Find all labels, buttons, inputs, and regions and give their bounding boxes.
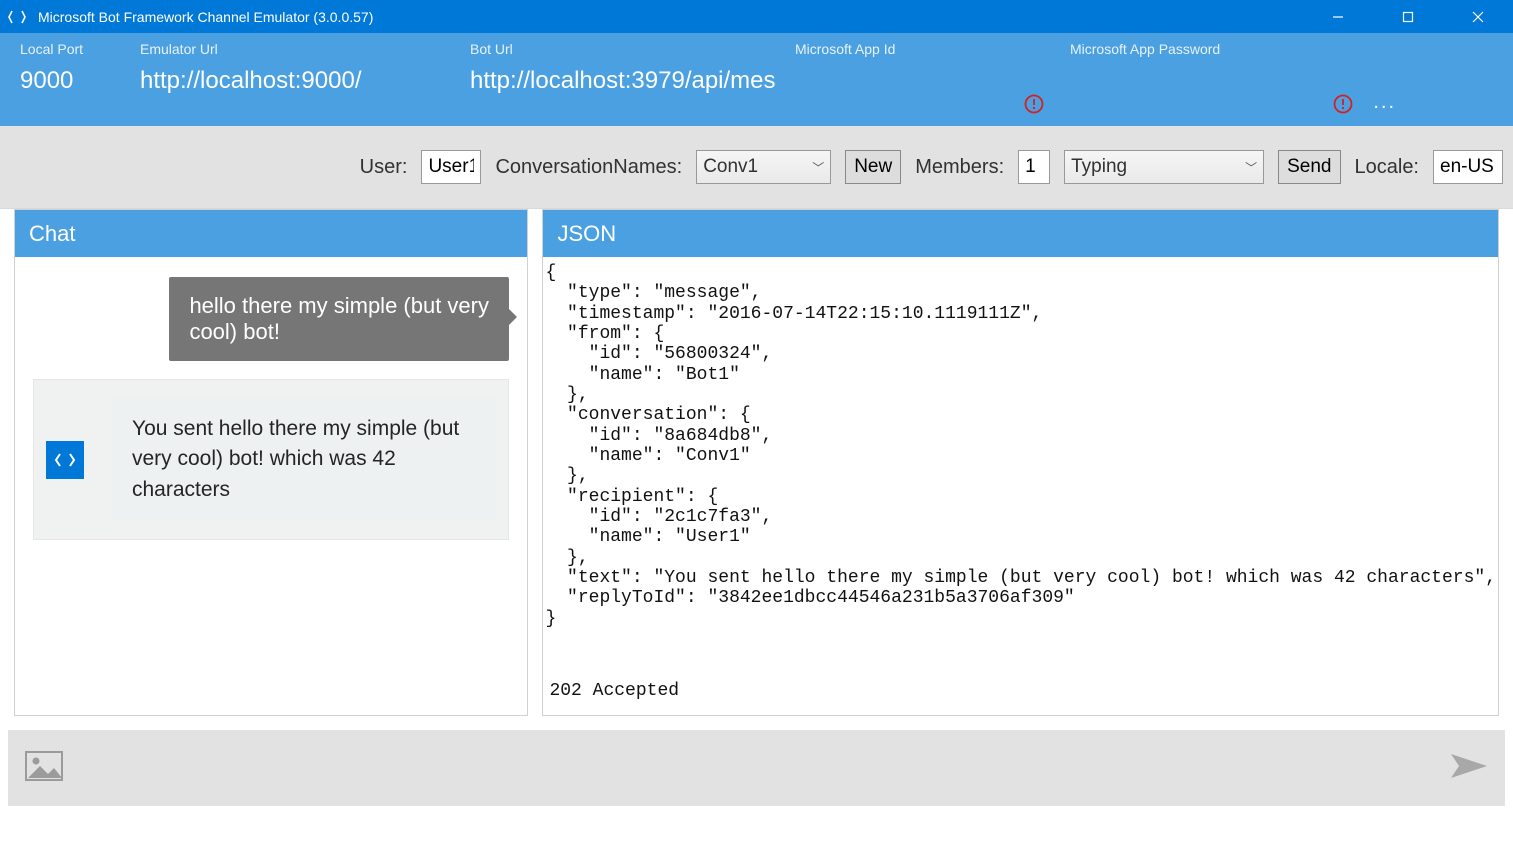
send-button[interactable]: Send: [1278, 150, 1340, 184]
local-port-field: Local Port 9000: [0, 41, 120, 126]
window-controls: [1303, 0, 1513, 33]
local-port-value: 9000: [0, 67, 120, 95]
emulator-url-field: Emulator Url http://localhost:9000/: [120, 41, 450, 126]
emulator-url-value: http://localhost:9000/: [120, 67, 450, 95]
new-button[interactable]: New: [845, 150, 901, 184]
bot-url-field[interactable]: Bot Url: [450, 41, 775, 126]
app-password-label: Microsoft App Password: [1050, 41, 1410, 57]
json-panel: JSON { "type": "message", "timestamp": "…: [542, 209, 1499, 716]
composer-bar: [8, 730, 1505, 806]
conversation-select[interactable]: Conv1 ﹀: [696, 150, 831, 184]
user-label: User:: [360, 156, 408, 179]
json-panel-title: JSON: [543, 210, 1498, 257]
locale-label: Locale:: [1355, 156, 1420, 179]
toolbar: User: ConversationNames: Conv1 ﹀ New Mem…: [0, 126, 1513, 209]
user-input[interactable]: [421, 150, 481, 184]
app-password-field[interactable]: Microsoft App Password ...: [1050, 41, 1410, 126]
app-id-field[interactable]: Microsoft App Id: [775, 41, 1050, 126]
config-bar: Local Port 9000 Emulator Url http://loca…: [0, 33, 1513, 126]
minimize-button[interactable]: [1303, 0, 1373, 33]
alert-icon: [1333, 94, 1353, 114]
incoming-message-row[interactable]: You sent hello there my simple (but very…: [33, 379, 509, 540]
titlebar: Microsoft Bot Framework Channel Emulator…: [0, 0, 1513, 33]
chat-body: hello there my simple (but very cool) bo…: [15, 257, 527, 715]
main-area: Chat hello there my simple (but very coo…: [0, 209, 1513, 730]
bot-url-label: Bot Url: [450, 41, 775, 57]
chat-panel-title: Chat: [15, 210, 527, 257]
json-content[interactable]: { "type": "message", "timestamp": "2016-…: [543, 257, 1498, 635]
local-port-label: Local Port: [0, 41, 120, 57]
send-icon[interactable]: [1449, 750, 1489, 787]
app-id-input[interactable]: [775, 67, 1050, 95]
emulator-url-label: Emulator Url: [120, 41, 450, 57]
chevron-down-icon: ﹀: [812, 159, 824, 176]
app-id-label: Microsoft App Id: [775, 41, 1050, 57]
bot-url-input[interactable]: [450, 67, 775, 95]
json-status: 202 Accepted: [547, 681, 681, 701]
outgoing-message-row: hello there my simple (but very cool) bo…: [33, 277, 509, 361]
activity-select[interactable]: Typing ﹀: [1064, 150, 1264, 184]
incoming-message-bubble: You sent hello there my simple (but very…: [112, 398, 496, 521]
json-body: { "type": "message", "timestamp": "2016-…: [543, 257, 1498, 715]
chevron-down-icon: ﹀: [1245, 159, 1257, 176]
members-input[interactable]: [1018, 150, 1050, 184]
more-button[interactable]: ...: [1373, 91, 1410, 114]
message-input[interactable]: [74, 738, 1439, 798]
chat-panel: Chat hello there my simple (but very coo…: [14, 209, 528, 716]
members-label: Members:: [915, 156, 1004, 179]
alert-icon: [1024, 94, 1044, 114]
window-title: Microsoft Bot Framework Channel Emulator…: [34, 9, 1303, 25]
image-icon[interactable]: [24, 750, 64, 787]
locale-input[interactable]: [1433, 150, 1503, 184]
close-button[interactable]: [1443, 0, 1513, 33]
app-password-input[interactable]: [1050, 67, 1340, 95]
conversation-names-label: ConversationNames:: [495, 156, 682, 179]
bot-avatar-icon: [46, 441, 84, 479]
app-icon: [0, 8, 34, 26]
outgoing-message-bubble[interactable]: hello there my simple (but very cool) bo…: [169, 277, 509, 361]
maximize-button[interactable]: [1373, 0, 1443, 33]
